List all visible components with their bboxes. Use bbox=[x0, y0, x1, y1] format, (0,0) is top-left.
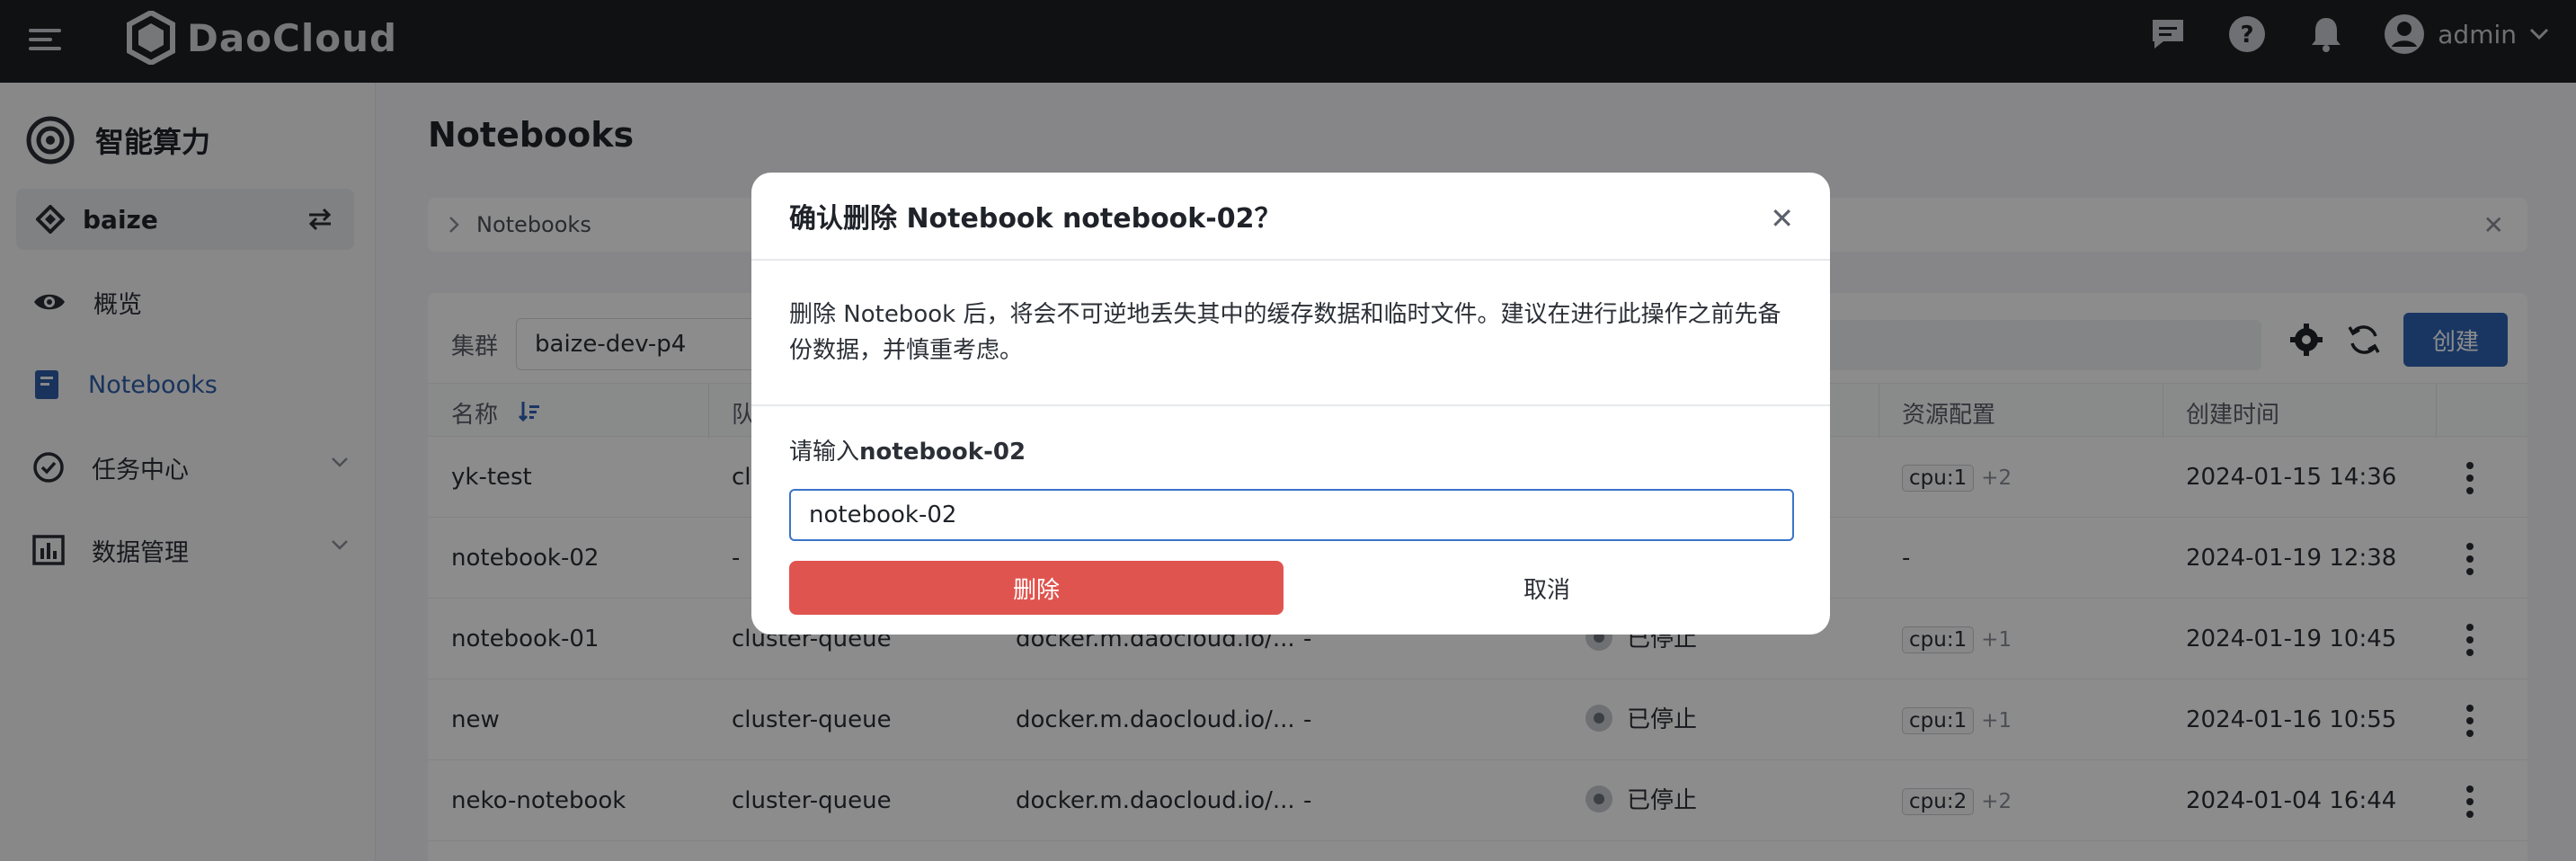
dialog-header: 确认删除 Notebook notebook-02？ ✕ bbox=[751, 173, 1830, 261]
confirm-name-input[interactable] bbox=[789, 489, 1794, 541]
cancel-button[interactable]: 取消 bbox=[1300, 561, 1794, 615]
dialog-message: 删除 Notebook 后，将会不可逆地丢失其中的缓存数据和临时文件。建议在进行… bbox=[751, 261, 1830, 406]
delete-confirm-dialog: 确认删除 Notebook notebook-02？ ✕ 删除 Notebook… bbox=[751, 173, 1830, 635]
close-icon[interactable]: ✕ bbox=[1770, 201, 1794, 235]
delete-button[interactable]: 删除 bbox=[789, 561, 1284, 615]
confirm-target-name: notebook-02 bbox=[859, 439, 1026, 466]
dialog-title: 确认删除 Notebook notebook-02？ bbox=[789, 203, 1282, 235]
confirm-prompt: 请输入notebook-02 bbox=[789, 439, 1026, 466]
